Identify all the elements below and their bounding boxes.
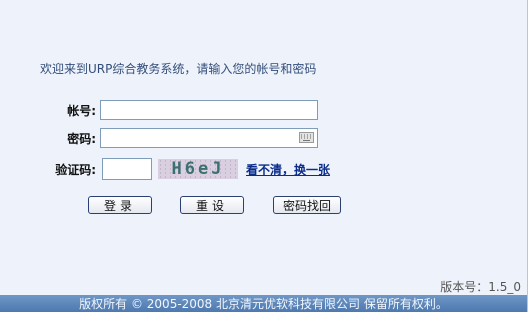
login-page: 欢迎来到URP综合教务系统，请输入您的帐号和密码 帐号: 密码: 验证码: H6… xyxy=(0,0,528,312)
username-label: 帐号: xyxy=(67,103,96,118)
button-bar: 登录 重设 密码找回 xyxy=(88,196,341,214)
keyboard-icon[interactable] xyxy=(299,132,314,143)
captcha-input[interactable] xyxy=(102,158,152,180)
captcha-refresh-link[interactable]: 看不清，换一张 xyxy=(246,161,330,178)
username-input[interactable] xyxy=(100,100,318,120)
captcha-label: 验证码: xyxy=(55,162,96,177)
reset-button[interactable]: 重设 xyxy=(180,196,244,214)
welcome-message: 欢迎来到URP综合教务系统，请输入您的帐号和密码 xyxy=(40,62,317,76)
login-button[interactable]: 登录 xyxy=(88,196,152,214)
captcha-row: 验证码: H6eJ 看不清，换一张 xyxy=(48,158,330,180)
password-field-wrap xyxy=(100,128,318,148)
version-label: 版本号：1.5_0 xyxy=(440,280,521,294)
password-label: 密码: xyxy=(67,131,96,146)
find-password-button[interactable]: 密码找回 xyxy=(273,196,341,214)
username-row: 帐号: xyxy=(60,100,318,120)
copyright-footer: 版权所有 © 2005-2008 北京清元优软科技有限公司 保留所有权利。 xyxy=(0,295,527,312)
password-row: 密码: xyxy=(60,128,318,148)
captcha-image[interactable]: H6eJ xyxy=(158,159,238,179)
password-input[interactable] xyxy=(100,128,318,148)
